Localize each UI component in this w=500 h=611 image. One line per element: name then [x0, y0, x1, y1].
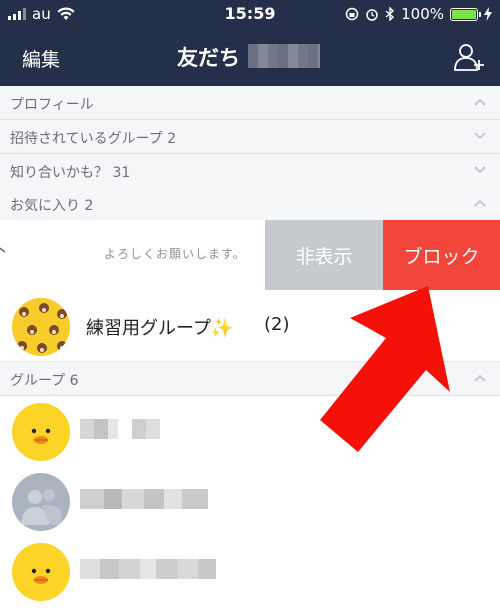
top-bar: au 15:59 100% 編集 友だち: [0, 0, 500, 86]
hide-button[interactable]: 非表示: [265, 220, 383, 290]
chevron-down-icon: [474, 132, 486, 140]
blurred-friend-name: [80, 419, 160, 439]
section-groups[interactable]: グループ 6: [0, 362, 500, 396]
section-label: プロフィール: [10, 97, 94, 113]
nav-bar: 編集 友だち: [0, 30, 500, 86]
chick-face-icon: [31, 428, 51, 444]
battery-percent: 100%: [401, 5, 444, 23]
charging-icon: [484, 7, 492, 21]
add-friend-icon[interactable]: [452, 40, 486, 74]
block-button[interactable]: ブロック: [383, 220, 500, 290]
chevron-up-icon: [474, 199, 486, 207]
avatar: [12, 473, 70, 531]
bluetooth-icon: [385, 7, 395, 21]
chick-face-icon: [31, 568, 51, 584]
favorite-friend-row-swiped[interactable]: よろしくお願いします。 非表示 ブロック: [0, 220, 500, 290]
blurred-friend-name: [80, 489, 208, 509]
blurred-name: [248, 44, 320, 68]
default-people-icon: [21, 489, 62, 525]
chevron-up-icon: [474, 98, 486, 106]
chevron-left-icon: [0, 247, 6, 253]
section-label: お気に入り 2: [10, 198, 94, 214]
chevron-up-icon: [474, 374, 486, 382]
group-row[interactable]: 練習用グループ✨ (2): [0, 290, 500, 362]
alarm-icon: [366, 9, 378, 21]
section-label: 知り合いかも？ 31: [10, 165, 131, 181]
group-name: 練習用グループ✨: [86, 318, 234, 339]
chevron-down-icon: [474, 166, 486, 174]
section-favorites[interactable]: お気に入り 2: [0, 187, 500, 221]
status-message: よろしくお願いします。: [104, 247, 246, 261]
friend-row[interactable]: [0, 537, 500, 607]
friend-row[interactable]: [0, 467, 500, 537]
status-right: 100%: [345, 5, 492, 23]
edit-button[interactable]: 編集: [22, 45, 60, 72]
group-member-count: (2): [264, 314, 290, 335]
section-suggestions[interactable]: 知り合いかも？ 31: [0, 154, 500, 188]
battery-icon: [450, 7, 481, 21]
status-bar: au 15:59 100%: [0, 0, 500, 30]
group-avatar: [12, 298, 70, 356]
section-invited-groups[interactable]: 招待されているグループ 2: [0, 120, 500, 154]
blurred-friend-name: [80, 559, 216, 579]
avatar: [12, 403, 70, 461]
page-title: 友だち: [177, 46, 240, 70]
avatar: [12, 543, 70, 601]
section-label: 招待されているグループ 2: [10, 131, 177, 147]
bear-pattern-icon: [17, 303, 67, 353]
friend-row[interactable]: [0, 397, 500, 467]
section-profile[interactable]: プロフィール: [0, 86, 500, 120]
section-label: グループ 6: [10, 373, 79, 389]
rotation-lock-icon: [345, 7, 359, 21]
